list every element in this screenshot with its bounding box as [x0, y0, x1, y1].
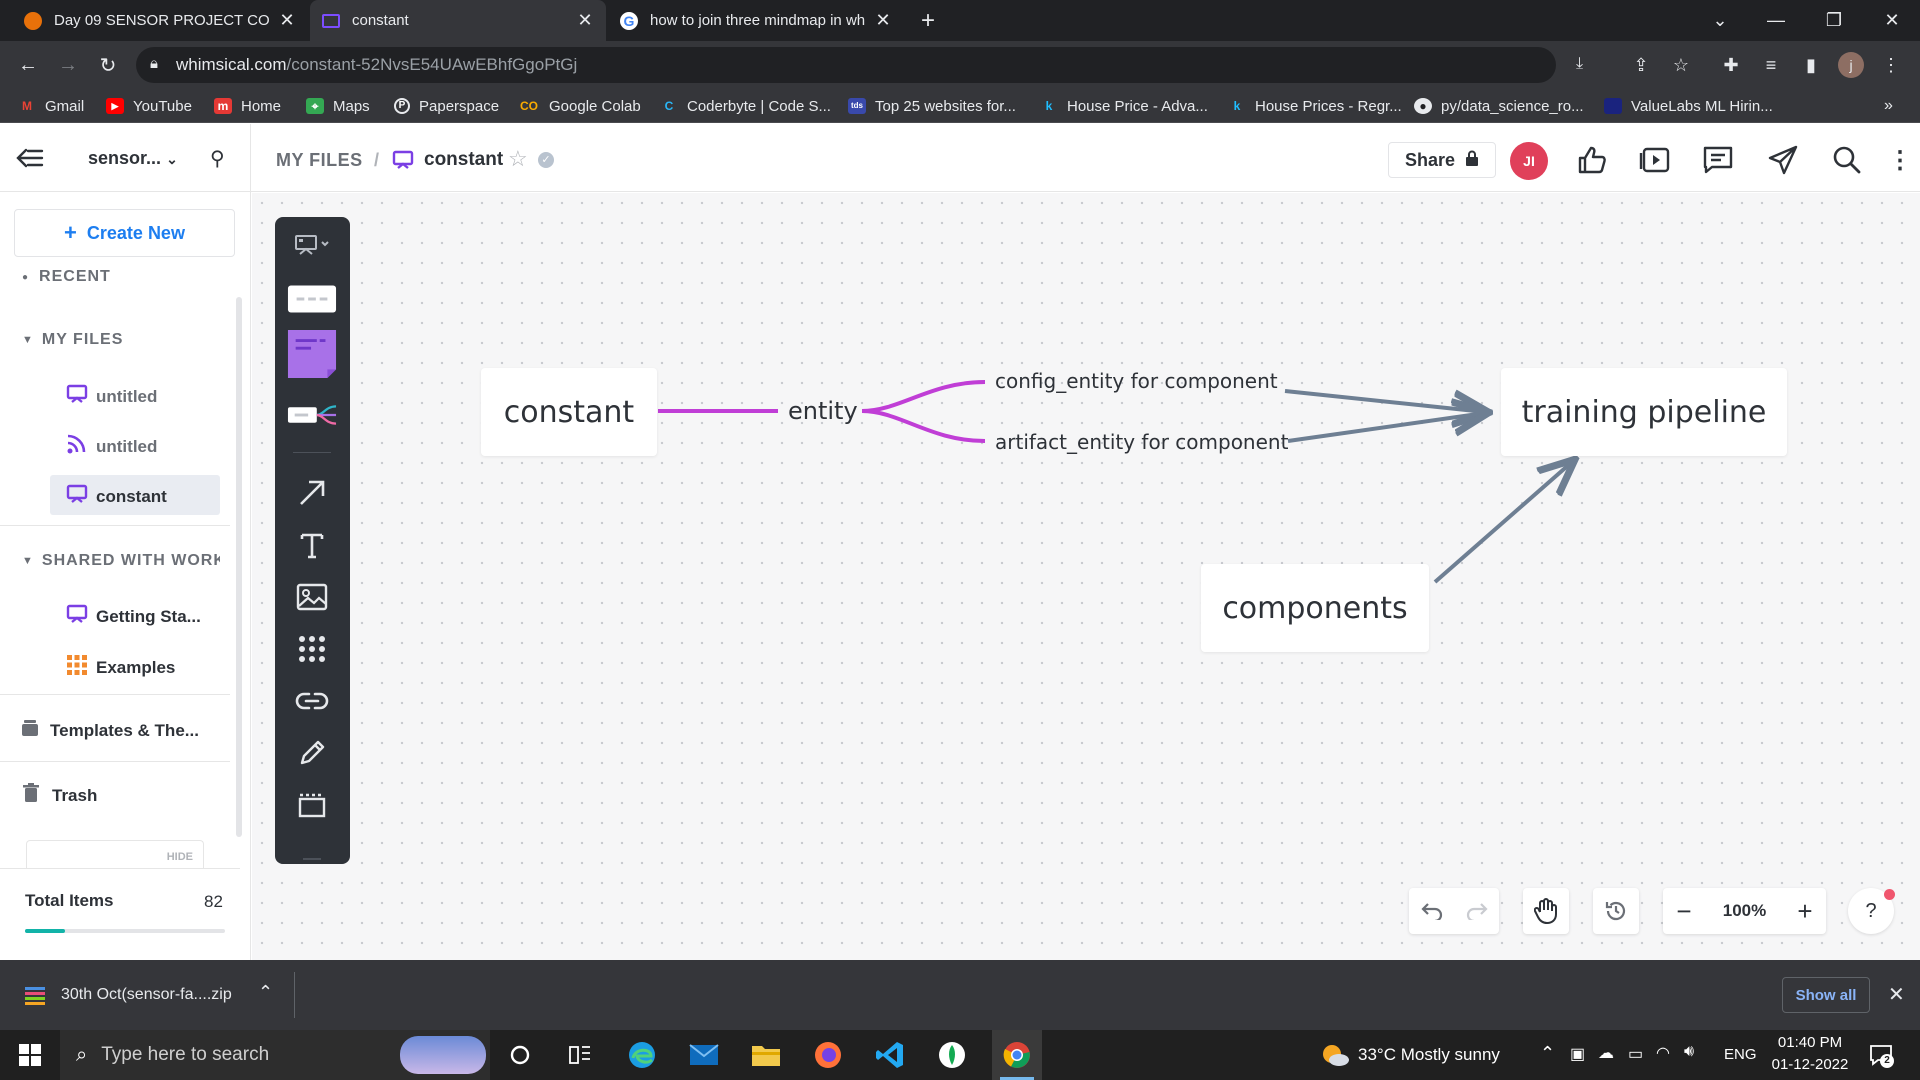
undo-redo-group	[1409, 888, 1499, 934]
zip-file-icon	[24, 984, 46, 1006]
artifact-to-pipeline-arrow	[1287, 413, 1485, 443]
history-icon[interactable]	[1593, 888, 1639, 934]
divider	[293, 452, 331, 453]
chrome-taskbar-active[interactable]	[992, 1030, 1042, 1080]
image-tool[interactable]	[287, 575, 337, 619]
show-all-button[interactable]: Show all	[1782, 977, 1870, 1013]
search-icon: ⌕	[76, 1043, 88, 1066]
edge-icon[interactable]	[622, 1038, 662, 1072]
firefox-icon[interactable]	[808, 1038, 848, 1072]
section-frame-tool[interactable]	[287, 783, 337, 827]
task-view-icon[interactable]	[560, 1038, 600, 1072]
root-node[interactable]: constant	[481, 368, 657, 456]
vscode-icon[interactable]	[870, 1038, 910, 1072]
clock-time[interactable]: 01:40 PM	[1770, 1034, 1850, 1051]
notification-count: 2	[1880, 1054, 1894, 1068]
mindmap-tool[interactable]	[287, 393, 337, 437]
source-node[interactable]: components	[1201, 564, 1429, 652]
file-explorer-icon[interactable]	[746, 1038, 786, 1072]
close-shelf-icon[interactable]: ✕	[1888, 982, 1905, 1007]
pencil-tool[interactable]	[287, 731, 337, 775]
cortana-icon[interactable]	[500, 1038, 540, 1072]
download-shelf: 30th Oct(sensor-fa....zip ⌃ Show all ✕	[0, 960, 1920, 1030]
branch-to-leaf-config-line	[861, 380, 986, 413]
taskbar-search-box[interactable]: ⌕ Type here to search	[60, 1030, 490, 1080]
onedrive-cloud-icon[interactable]: ☁	[1598, 1043, 1614, 1063]
battery-icon[interactable]: ▭	[1628, 1044, 1643, 1064]
windows-start-icon[interactable]	[10, 1038, 50, 1072]
meet-now-icon[interactable]: ▣	[1570, 1044, 1585, 1064]
input-language[interactable]: ENG	[1724, 1046, 1757, 1063]
notification-center-icon[interactable]: 2	[1868, 1042, 1894, 1068]
board-type-selector[interactable]	[287, 223, 337, 267]
search-highlight-image	[400, 1036, 486, 1074]
card-tool[interactable]	[287, 277, 337, 321]
wifi-icon[interactable]: ◠	[1656, 1043, 1670, 1063]
zoom-controls: − 100% +	[1663, 888, 1826, 934]
target-node[interactable]: training pipeline	[1501, 368, 1787, 456]
divider	[294, 972, 295, 1018]
redo-icon[interactable]	[1454, 888, 1499, 934]
arrow-tool[interactable]	[287, 471, 337, 515]
sticky-note-tool[interactable]	[287, 327, 337, 381]
palette-grip[interactable]	[303, 858, 321, 860]
chevron-up-icon[interactable]: ⌃	[258, 982, 273, 1003]
volume-icon[interactable]: 🔊︎	[1684, 1043, 1694, 1061]
undo-icon[interactable]	[1409, 888, 1454, 934]
mail-icon[interactable]	[684, 1038, 724, 1072]
leaf-node-artifact[interactable]: artifact_entity for component	[995, 430, 1288, 454]
weather-text[interactable]: 33°C Mostly sunny	[1358, 1045, 1500, 1065]
link-tool[interactable]	[287, 679, 337, 723]
zoom-level[interactable]: 100%	[1705, 901, 1784, 921]
branch-node[interactable]: entity	[788, 397, 858, 425]
search-placeholder: Type here to search	[101, 1044, 270, 1065]
branch-to-leaf-artifact-line	[861, 409, 986, 443]
leaf-node-config[interactable]: config_entity for component	[995, 369, 1278, 393]
hand-tool-icon[interactable]	[1523, 888, 1569, 934]
zoom-in-button[interactable]: +	[1784, 896, 1826, 927]
download-filename[interactable]: 30th Oct(sensor-fa....zip	[61, 986, 232, 1004]
config-to-pipeline-arrow	[1284, 389, 1485, 412]
tray-overflow-icon[interactable]: ⌃	[1540, 1043, 1555, 1064]
more-shapes-grid-icon[interactable]	[287, 627, 337, 671]
windows-taskbar: ⌕ Type here to search 33°C Mostly sunny …	[0, 1030, 1920, 1080]
zoom-out-button[interactable]: −	[1663, 896, 1705, 927]
components-to-pipeline-arrow	[1433, 462, 1572, 584]
weather-sun-icon	[1320, 1042, 1350, 1068]
text-tool[interactable]	[287, 523, 337, 567]
clock-date[interactable]: 01-12-2022	[1766, 1056, 1854, 1073]
help-notification-dot	[1884, 889, 1895, 900]
mongodb-compass-icon[interactable]	[932, 1038, 972, 1072]
tool-palette	[275, 217, 350, 864]
